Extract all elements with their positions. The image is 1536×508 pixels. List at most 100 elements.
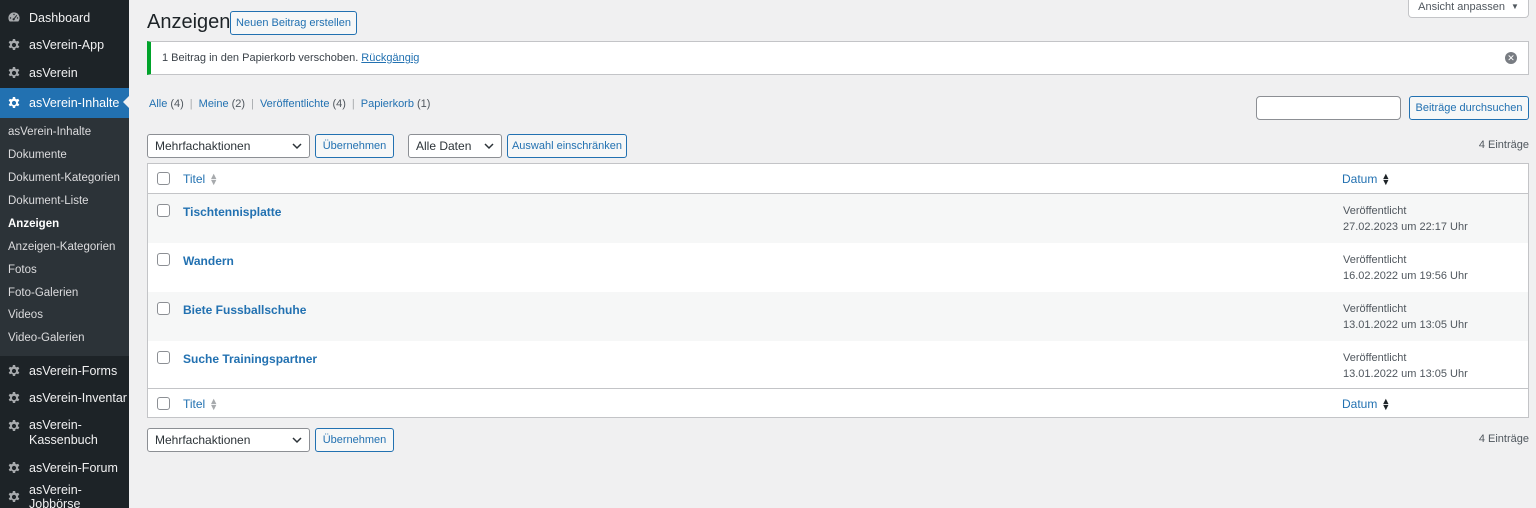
menu-label: asVerein-Forum [29, 461, 118, 475]
menu-item-asverein-forms[interactable]: asVerein-Forms [0, 357, 129, 385]
sort-icon: ▲ ▼ [1381, 396, 1391, 412]
view-count: (1) [416, 98, 431, 110]
screen-options-button[interactable]: Ansicht anpassen ▼ [1408, 0, 1529, 18]
date-filter-value: Alle Daten [416, 139, 472, 153]
column-title-label: Titel [183, 172, 206, 186]
add-new-post-button[interactable]: Neuen Beitrag erstellen [230, 11, 357, 35]
post-status: Veröffentlicht [1343, 254, 1407, 266]
table-row: Wandern Veröffentlicht 16.02.2022 um 19:… [148, 243, 1528, 292]
menu-label: Dashboard [29, 11, 91, 25]
row-checkbox[interactable] [157, 351, 170, 364]
table-row: Suche Trainingspartner Veröffentlicht 13… [148, 341, 1528, 390]
sort-icon: ▲ ▼ [209, 171, 219, 187]
submenu-item-video-galerien[interactable]: Video-Galerien [8, 332, 85, 344]
menu-label: asVerein-Jobbörse [29, 483, 82, 508]
menu-item-asverein-app[interactable]: asVerein-App [0, 31, 129, 59]
bulk-action-select-bottom[interactable]: Mehrfachaktionen [147, 428, 310, 452]
sort-icon: ▲ ▼ [1381, 171, 1391, 187]
filter-button[interactable]: Auswahl einschränken [507, 134, 627, 158]
success-notice: 1 Beitrag in den Papierkorb verschoben. … [147, 41, 1529, 75]
view-mine-link[interactable]: Meine [199, 98, 229, 110]
view-published-link[interactable]: Veröffentlichte [260, 98, 330, 110]
triangle-down-icon: ▼ [1510, 2, 1519, 11]
column-title-sort[interactable]: Titel ▲ ▼ [183, 171, 219, 187]
post-date: 27.02.2023 um 22:17 Uhr [1343, 221, 1468, 233]
menu-label: asVerein [29, 66, 78, 80]
page-title: Anzeigen [147, 11, 231, 33]
bulk-action-value: Mehrfachaktionen [155, 433, 251, 447]
gear-icon [7, 38, 21, 52]
submenu-item-foto-galerien[interactable]: Foto-Galerien [8, 287, 78, 299]
menu-item-asverein-inhalte[interactable]: asVerein-Inhalte [0, 88, 129, 118]
column-date-label: Datum [1342, 397, 1378, 411]
menu-item-asverein-kassenbuch[interactable]: asVerein- Kassenbuch [0, 412, 129, 456]
post-date: 16.02.2022 um 19:56 Uhr [1343, 270, 1468, 282]
gear-icon [7, 96, 21, 110]
submenu-item-videos[interactable]: Videos [8, 309, 43, 321]
apply-bulk-button-bottom[interactable]: Übernehmen [315, 428, 394, 452]
menu-label: asVerein-Inventar [29, 391, 127, 405]
gear-icon [7, 364, 21, 378]
search-input[interactable] [1256, 96, 1401, 120]
submenu-item-asverein-inhalte[interactable]: asVerein-Inhalte [8, 126, 91, 138]
table-row: Biete Fussballschuhe Veröffentlicht 13.0… [148, 292, 1528, 341]
menu-label: asVerein-Inhalte [29, 96, 120, 110]
submenu-item-fotos[interactable]: Fotos [8, 264, 37, 276]
post-title-link[interactable]: Biete Fussballschuhe [183, 303, 306, 317]
gear-icon [7, 66, 21, 80]
menu-item-dashboard[interactable]: Dashboard [0, 4, 129, 32]
post-title-link[interactable]: Tischtennisplatte [183, 205, 281, 219]
row-checkbox[interactable] [157, 302, 170, 315]
menu-item-asverein-jobboerse[interactable]: asVerein-Jobbörse [0, 483, 129, 508]
menu-item-asverein[interactable]: asVerein [0, 59, 129, 87]
post-status: Veröffentlicht [1343, 352, 1407, 364]
row-checkbox[interactable] [157, 253, 170, 266]
menu-item-asverein-inventar[interactable]: asVerein-Inventar [0, 384, 129, 412]
view-count: (4) [170, 98, 184, 110]
chevron-down-icon [292, 143, 302, 150]
post-title-link[interactable]: Suche Trainingspartner [183, 352, 317, 366]
separator: | [351, 98, 355, 110]
items-count-bottom: 4 Einträge [1478, 433, 1529, 445]
dismiss-notice-icon[interactable]: ✕ [1505, 52, 1517, 64]
column-date-sort[interactable]: Datum ▲ ▼ [1342, 171, 1391, 187]
select-all-checkbox-footer[interactable] [157, 397, 170, 410]
select-all-checkbox[interactable] [157, 172, 170, 185]
submenu-item-anzeigen-kategorien[interactable]: Anzeigen-Kategorien [8, 241, 115, 253]
post-title-link[interactable]: Wandern [183, 254, 234, 268]
view-all-link[interactable]: Alle [149, 98, 167, 110]
submenu-item-anzeigen[interactable]: Anzeigen [8, 218, 59, 230]
column-date-label: Datum [1342, 172, 1378, 186]
search-posts-button[interactable]: Beiträge durchsuchen [1409, 96, 1529, 120]
row-checkbox[interactable] [157, 204, 170, 217]
submenu-item-dokument-kategorien[interactable]: Dokument-Kategorien [8, 172, 120, 184]
submenu-item-dokument-liste[interactable]: Dokument-Liste [8, 195, 89, 207]
table-footer: Titel ▲ ▼ Datum ▲ ▼ [148, 388, 1528, 418]
post-status: Veröffentlicht [1343, 303, 1407, 315]
date-filter-select[interactable]: Alle Daten [408, 134, 502, 158]
posts-table: Titel ▲ ▼ Datum ▲ ▼ Tischtennisplatte Verö… [147, 163, 1529, 418]
bulk-action-select-top[interactable]: Mehrfachaktionen [147, 134, 310, 158]
menu-label: asVerein-Forms [29, 364, 118, 378]
gear-icon [7, 461, 21, 475]
table-header: Titel ▲ ▼ Datum ▲ ▼ [148, 164, 1528, 194]
apply-bulk-button-top[interactable]: Übernehmen [315, 134, 394, 158]
gear-icon [7, 391, 21, 405]
menu-label: asVerein-App [29, 38, 105, 52]
post-date: 13.01.2022 um 13:05 Uhr [1343, 368, 1468, 380]
column-date-sort-footer[interactable]: Datum ▲ ▼ [1342, 396, 1391, 412]
view-trash-link[interactable]: Papierkorb [361, 98, 414, 110]
submenu-item-dokumente[interactable]: Dokumente [8, 149, 67, 161]
admin-sidebar: Dashboard asVerein-App asVerein asVerein… [0, 0, 129, 508]
chevron-down-icon [484, 143, 494, 150]
sort-icon: ▲ ▼ [209, 396, 219, 412]
column-title-label: Titel [183, 397, 206, 411]
notice-text: 1 Beitrag in den Papierkorb verschoben. [162, 52, 359, 64]
post-status-filter: Alle (4) | Meine (2) | Veröffentlichte (4) … [149, 98, 430, 110]
undo-link[interactable]: Rückgängig [361, 52, 419, 64]
view-count: (4) [332, 98, 346, 110]
column-title-sort-footer[interactable]: Titel ▲ ▼ [183, 396, 219, 412]
view-count: (2) [231, 98, 246, 110]
menu-item-asverein-forum[interactable]: asVerein-Forum [0, 454, 129, 482]
chevron-down-icon [292, 437, 302, 444]
